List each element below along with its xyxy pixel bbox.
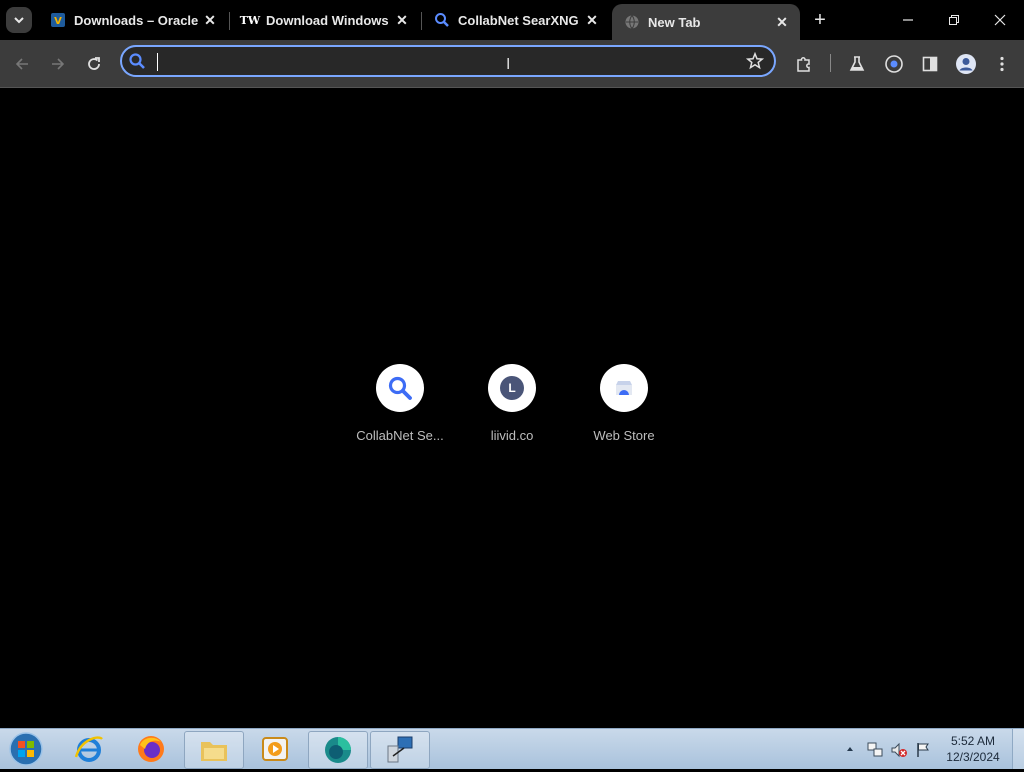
profile-button[interactable]: [952, 50, 980, 78]
tab-title: CollabNet SearXNG: [458, 12, 579, 28]
tab-title: New Tab: [648, 14, 701, 30]
letter-icon: L: [500, 376, 524, 400]
new-tab-button[interactable]: +: [808, 8, 832, 32]
text-caret: [157, 53, 158, 71]
tab-strip: V Downloads – Oracle V ✕ TW Download Win…: [0, 0, 1024, 40]
tab-new-tab[interactable]: New Tab ✕: [612, 4, 800, 40]
search-icon: [128, 52, 146, 75]
shortcut-icon-wrapper: [376, 364, 424, 412]
extensions-button[interactable]: [790, 50, 818, 78]
chevron-down-icon: [14, 17, 24, 24]
close-icon[interactable]: ✕: [772, 12, 792, 32]
virtualbox-icon: V: [50, 12, 66, 28]
menu-button[interactable]: [988, 50, 1016, 78]
internet-explorer-app[interactable]: [60, 731, 118, 767]
show-desktop-button[interactable]: [1012, 729, 1024, 769]
globe-icon: [624, 14, 640, 30]
taskbar: 5:52 AM 12/3/2024: [0, 728, 1024, 769]
browser-app[interactable]: [308, 731, 368, 769]
network-tray-icon[interactable]: [866, 741, 884, 759]
folder-icon: [201, 742, 227, 761]
clock-time: 5:52 AM: [950, 734, 996, 748]
restore-icon: [949, 15, 959, 25]
text-cursor-icon: I: [506, 55, 511, 73]
close-icon[interactable]: ✕: [200, 10, 220, 30]
shortcut-label: liivid.co: [490, 428, 534, 443]
shortcut-label: CollabNet Se...: [356, 428, 444, 443]
browser-toolbar: I: [0, 40, 1024, 88]
network-computer-icon: [387, 736, 413, 763]
start-button[interactable]: [6, 731, 46, 767]
minimize-icon: [903, 19, 913, 21]
tab-search-button[interactable]: [6, 7, 32, 33]
tab-title: Downloads – Oracle V: [74, 12, 200, 28]
forward-button[interactable]: [44, 50, 72, 78]
tab-title: Download Windows 8: [266, 12, 392, 28]
shortcut-icon-wrapper: [600, 364, 648, 412]
restore-button[interactable]: [934, 6, 974, 34]
search-icon: [388, 376, 412, 400]
new-tab-page: CollabNet Se... L liivid.co Web Store: [0, 88, 1024, 728]
shortcut-collabnet[interactable]: CollabNet Se...: [344, 364, 456, 454]
avatar-icon: [956, 54, 976, 74]
webstore-icon: [616, 381, 632, 395]
chevron-up-icon: [847, 747, 853, 751]
puzzle-icon: [797, 57, 810, 72]
clock-date: 12/3/2024: [946, 750, 1000, 764]
tw-icon: TW: [239, 13, 261, 27]
tab-collabnet-searxng[interactable]: CollabNet SearXNG ✕: [422, 4, 610, 36]
action-center-flag-icon[interactable]: [914, 741, 932, 759]
internet-explorer-icon: [74, 736, 103, 762]
close-window-button[interactable]: [980, 6, 1020, 34]
labs-button[interactable]: [843, 50, 871, 78]
shortcut-web-store[interactable]: Web Store: [568, 364, 680, 454]
media-player-app[interactable]: [246, 731, 304, 767]
extension-circle-icon: [885, 55, 903, 73]
address-bar[interactable]: I: [120, 45, 776, 77]
side-panel-icon: [922, 56, 938, 72]
shortcut-icon-wrapper: L: [488, 364, 536, 412]
search-icon: [434, 12, 450, 28]
close-icon[interactable]: ✕: [392, 10, 412, 30]
minimize-button[interactable]: [888, 6, 928, 34]
plus-icon: +: [814, 8, 826, 31]
toolbar-divider: [830, 54, 831, 72]
browser-icon: [325, 737, 351, 763]
firefox-app[interactable]: [122, 731, 180, 767]
extension-button[interactable]: [880, 50, 908, 78]
bookmark-star-icon[interactable]: [745, 51, 765, 75]
reload-icon: [88, 57, 100, 70]
network-app[interactable]: [370, 731, 430, 769]
close-icon[interactable]: ✕: [582, 10, 602, 30]
shortcut-liivid[interactable]: L liivid.co: [456, 364, 568, 454]
side-panel-button[interactable]: [916, 50, 944, 78]
tab-downloads-oracle[interactable]: V Downloads – Oracle V ✕: [38, 4, 228, 36]
back-button[interactable]: [8, 50, 36, 78]
file-explorer-app[interactable]: [184, 731, 244, 769]
flask-icon: [849, 56, 865, 71]
shortcut-label: Web Store: [593, 428, 655, 443]
more-vertical-icon: [1000, 56, 1004, 72]
svg-text:V: V: [54, 16, 62, 27]
system-clock[interactable]: 5:52 AM 12/3/2024: [938, 733, 1008, 765]
media-player-icon: [262, 737, 288, 761]
close-icon: [994, 14, 1006, 26]
reload-button[interactable]: [80, 50, 108, 78]
firefox-icon: [138, 736, 164, 762]
volume-muted-icon[interactable]: [890, 741, 908, 759]
tray-overflow-button[interactable]: [845, 741, 857, 755]
tab-download-windows[interactable]: TW Download Windows 8 ✕: [230, 4, 420, 36]
address-input[interactable]: [154, 51, 738, 75]
windows-logo-icon: [9, 732, 43, 766]
back-arrow-icon: [15, 58, 28, 70]
forward-arrow-icon: [52, 58, 65, 70]
